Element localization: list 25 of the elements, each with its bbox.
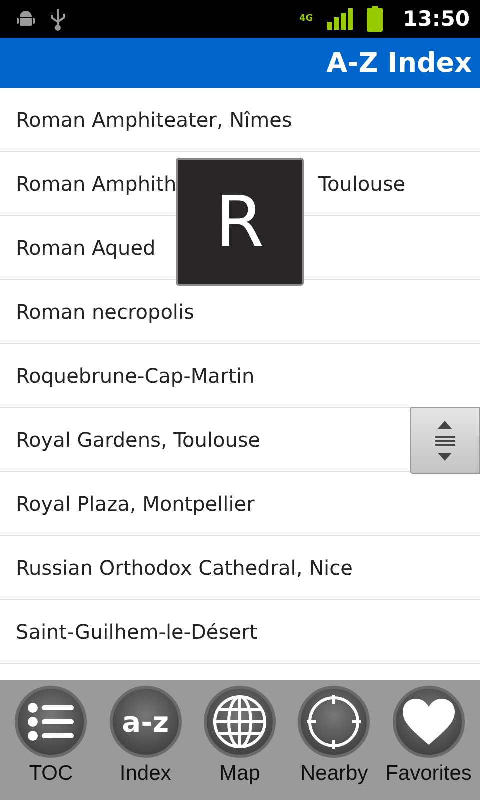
clock-time: 13:50	[403, 7, 470, 31]
a-z-icon: a-z	[122, 706, 169, 738]
battery-icon	[367, 6, 384, 32]
list-item[interactable]: Roman necropolis	[16, 300, 194, 324]
globe-icon	[212, 695, 267, 749]
list-item[interactable]: Roman Aqued	[16, 236, 156, 260]
crosshair-icon	[307, 695, 362, 749]
heart-icon	[402, 699, 455, 745]
screen-title: A-Z Index	[326, 48, 472, 78]
signal-icon	[327, 8, 354, 30]
usb-icon	[50, 7, 66, 31]
android-icon	[16, 9, 36, 29]
list-icon	[28, 703, 74, 741]
letter-overlay: R	[176, 158, 304, 286]
list-item[interactable]: Royal Gardens, Toulouse	[16, 428, 261, 452]
list-item[interactable]: Roman Amphiteater, Nîmes	[16, 108, 292, 132]
scroll-grip-icon	[434, 418, 456, 462]
list-item-text[interactable]: Toulouse	[318, 172, 406, 196]
list-item[interactable]: Saint-Guilhem-le-Désert	[16, 620, 258, 644]
list-item[interactable]: Royal Plaza, Montpellier	[16, 492, 255, 516]
list-item[interactable]: Roman Amphith	[16, 172, 177, 196]
network-label: 4G	[299, 14, 314, 24]
fast-scroll-handle[interactable]	[410, 407, 480, 474]
list-item[interactable]: Russian Orthodox Cathedral, Nice	[16, 556, 353, 580]
list-item[interactable]: Roquebrune-Cap-Martin	[16, 364, 255, 388]
